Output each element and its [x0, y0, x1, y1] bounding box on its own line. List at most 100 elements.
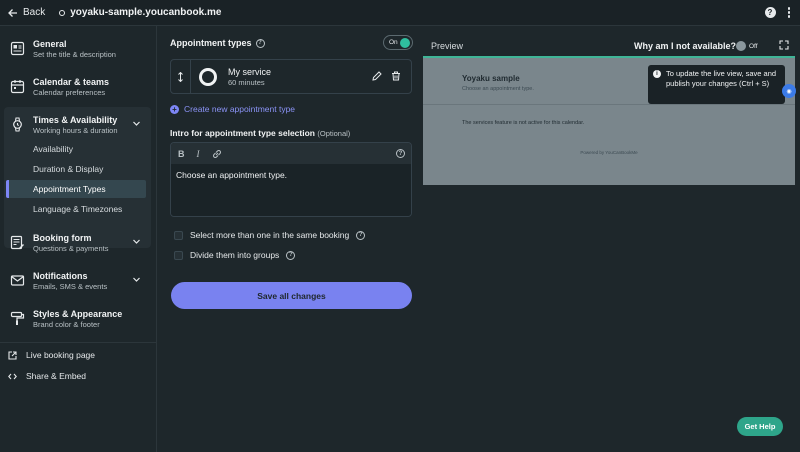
- toggle-knob: [736, 41, 746, 51]
- toggle-label: On: [389, 39, 398, 46]
- preview-divider: [423, 104, 795, 105]
- back-button[interactable]: Back: [8, 7, 45, 18]
- appointment-types-heading: Appointment types ?: [170, 38, 265, 48]
- sidebar-subitem-appointment-types[interactable]: Appointment Types: [6, 180, 146, 198]
- chevron-down-icon[interactable]: [132, 237, 141, 246]
- preview-page-subtitle: Choose an appointment type.: [462, 86, 534, 92]
- checkbox-label: Select more than one in the same booking: [190, 230, 350, 240]
- sidebar-item-subtitle: Set the title & description: [33, 50, 116, 59]
- tooltip-text: To update the live view, save and publis…: [666, 69, 777, 88]
- more-menu-icon[interactable]: [787, 7, 790, 18]
- arrow-left-icon: [8, 8, 17, 17]
- section-title: Appointment types: [170, 38, 252, 48]
- sidebar: General Set the title & description Cale…: [0, 26, 157, 452]
- help-icon[interactable]: ?: [356, 230, 366, 240]
- service-name: My service: [228, 66, 272, 77]
- sidebar-item-title: Notifications: [33, 271, 88, 281]
- form-icon: [10, 235, 25, 250]
- share-embed-label: Share & Embed: [26, 371, 87, 381]
- sidebar-item-general[interactable]: General Set the title & description: [0, 38, 157, 60]
- select-multiple-checkbox[interactable]: [174, 230, 183, 240]
- trash-icon[interactable]: [391, 71, 401, 81]
- help-icon[interactable]: ?: [255, 38, 265, 48]
- mail-icon: [10, 273, 25, 288]
- sidebar-item-subtitle: Working hours & duration: [33, 126, 118, 135]
- service-row: My service 60 minutes: [170, 59, 412, 94]
- sidebar-item-booking-form[interactable]: Booking form Questions & payments: [0, 232, 157, 254]
- document-icon: [10, 41, 25, 56]
- chevron-down-icon[interactable]: [132, 275, 141, 284]
- bold-button[interactable]: B: [178, 149, 185, 159]
- toggle-knob: [400, 38, 410, 48]
- sidebar-subitem-duration[interactable]: Duration & Display: [6, 160, 146, 178]
- create-link-label: Create new appointment type: [184, 104, 296, 114]
- code-icon: [8, 373, 17, 379]
- expand-icon[interactable]: [779, 40, 789, 50]
- checkbox-label: Divide them into groups: [190, 250, 280, 260]
- info-icon: i: [653, 70, 661, 78]
- save-publish-tooltip: i To update the live view, save and publ…: [648, 65, 785, 104]
- help-icon[interactable]: ?: [286, 250, 296, 260]
- browser-extension-icon[interactable]: ◉: [782, 84, 796, 98]
- intro-heading: Intro for appointment type selection (Op…: [170, 128, 350, 138]
- get-help-button[interactable]: Get Help: [737, 417, 783, 436]
- toggle-label: Off: [749, 42, 758, 50]
- preview-notice: The services feature is not active for t…: [462, 120, 585, 126]
- service-logo: [199, 67, 217, 86]
- help-icon[interactable]: ?: [764, 7, 776, 18]
- live-booking-page-label: Live booking page: [26, 350, 96, 360]
- watch-icon: [10, 117, 25, 132]
- sidebar-divider: [0, 342, 157, 343]
- calendar-icon: [10, 79, 25, 94]
- sidebar-item-title: Times & Availability: [33, 115, 118, 125]
- sidebar-item-notifications[interactable]: Notifications Emails, SMS & events: [0, 270, 157, 292]
- why-not-available-label: Why am I not available?: [634, 41, 737, 51]
- preview-header: Preview Why am I not available? Off: [423, 36, 795, 56]
- share-embed-link[interactable]: Share & Embed: [8, 371, 86, 381]
- preview-label: Preview: [431, 41, 464, 51]
- sidebar-item-title: General: [33, 39, 67, 49]
- optional-label: (Optional): [317, 129, 351, 138]
- sidebar-item-title: Styles & Appearance: [33, 309, 123, 319]
- drag-handle[interactable]: [171, 60, 191, 93]
- editor-help-icon[interactable]: ?: [396, 149, 405, 158]
- preview-page-title: Yoyaku sample: [462, 74, 520, 83]
- top-bar: Back yoyaku-sample.youcanbook.me ?: [0, 0, 800, 26]
- site-url-text: yoyaku-sample.youcanbook.me: [70, 7, 222, 18]
- sidebar-item-title: Calendar & teams: [33, 77, 110, 87]
- sidebar-subitem-availability[interactable]: Availability: [6, 140, 146, 158]
- sidebar-item-title: Booking form: [33, 233, 92, 243]
- preview-powered-by: Powered by YouCanBookMe: [580, 150, 638, 155]
- main-panel: Appointment types ? On My service 60 min…: [157, 26, 420, 452]
- appointment-types-toggle[interactable]: On: [383, 35, 413, 50]
- select-multiple-checkbox-row[interactable]: Select more than one in the same booking…: [174, 230, 366, 240]
- sidebar-item-subtitle: Brand color & footer: [33, 320, 100, 329]
- live-booking-page-link[interactable]: Live booking page: [8, 350, 95, 360]
- site-url: yoyaku-sample.youcanbook.me: [59, 7, 221, 18]
- divide-groups-checkbox[interactable]: [174, 250, 183, 260]
- availability-toggle[interactable]: Off: [734, 39, 764, 53]
- create-appointment-type-link[interactable]: + Create new appointment type: [170, 104, 295, 114]
- sidebar-item-times[interactable]: Times & Availability Working hours & dur…: [0, 114, 157, 136]
- sidebar-subitem-language[interactable]: Language & Timezones: [6, 200, 146, 218]
- drag-vertical-icon: [178, 71, 183, 82]
- intro-title: Intro for appointment type selection: [170, 128, 315, 138]
- service-duration: 60 minutes: [228, 77, 265, 87]
- intro-textarea[interactable]: Choose an appointment type.: [171, 164, 411, 216]
- external-link-icon: [8, 350, 17, 360]
- plus-circle-icon: +: [170, 104, 179, 114]
- intro-editor: B I ? Choose an appointment type.: [170, 142, 412, 217]
- sidebar-item-styles[interactable]: Styles & Appearance Brand color & footer: [0, 308, 157, 330]
- edit-pencil-icon[interactable]: [372, 71, 382, 81]
- italic-button[interactable]: I: [197, 149, 200, 159]
- back-label: Back: [23, 7, 46, 18]
- link-icon[interactable]: [212, 149, 222, 159]
- save-all-changes-button[interactable]: Save all changes: [171, 282, 412, 309]
- sidebar-item-subtitle: Emails, SMS & events: [33, 282, 108, 291]
- globe-icon: [59, 9, 66, 16]
- sidebar-item-calendar[interactable]: Calendar & teams Calendar preferences: [0, 76, 157, 98]
- divide-groups-checkbox-row[interactable]: Divide them into groups ?: [174, 250, 296, 260]
- chevron-down-icon[interactable]: [132, 119, 141, 128]
- editor-toolbar: B I ?: [171, 143, 411, 164]
- sidebar-item-subtitle: Questions & payments: [33, 244, 109, 253]
